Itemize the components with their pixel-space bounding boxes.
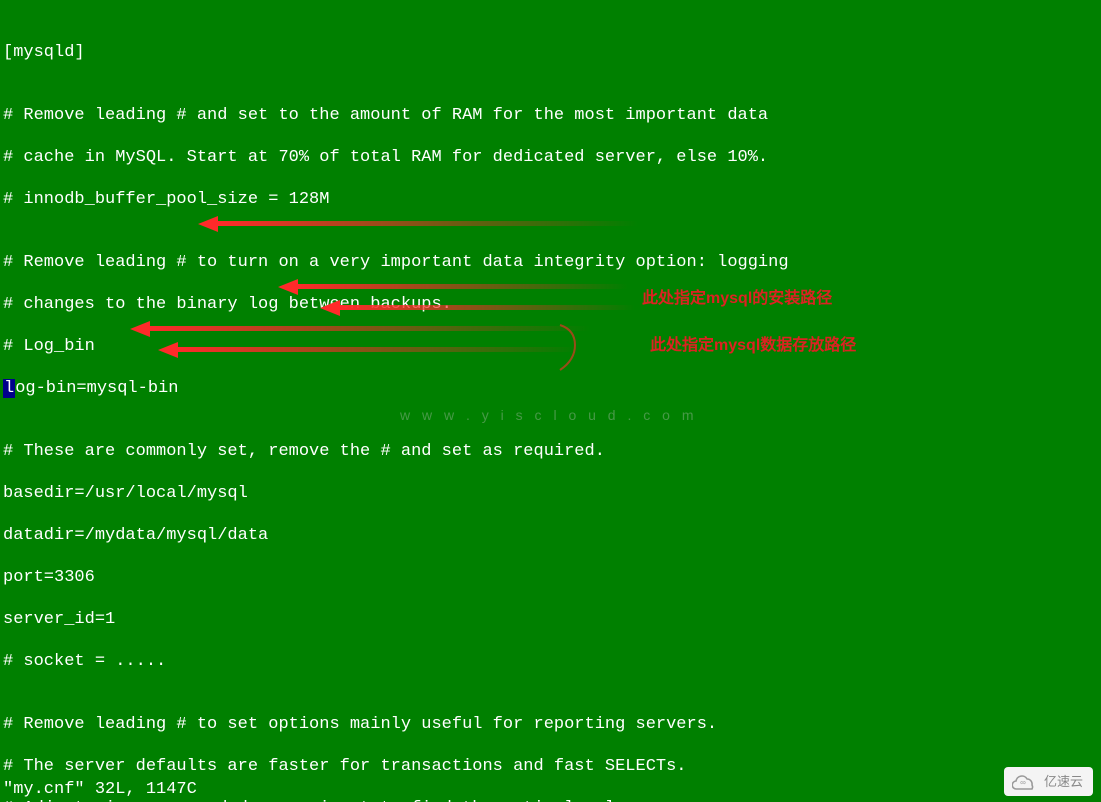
annotation-data-path: 此处指定mysql数据存放路径 (650, 335, 856, 356)
arrow-icon (0, 0, 1101, 802)
cloud-icon: ∞ (1012, 771, 1038, 791)
watermark-badge: ∞ 亿速云 (1004, 767, 1093, 796)
annotation-install-path: 此处指定mysql的安装路径 (642, 288, 832, 309)
svg-text:∞: ∞ (1020, 778, 1026, 787)
watermark-text: 亿速云 (1044, 774, 1083, 789)
faint-watermark: w w w . y i s c l o u d . c o m (400, 405, 697, 426)
terminal-screen[interactable]: [mysqld] # Remove leading # and set to t… (0, 0, 1101, 802)
